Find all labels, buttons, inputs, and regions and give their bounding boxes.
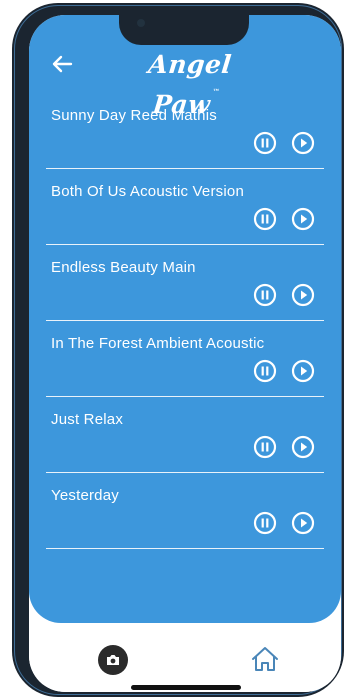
track-title: Yesterday [51,487,119,504]
track-controls [253,207,315,233]
play-button[interactable] [291,511,315,535]
pause-circle-icon [253,207,277,231]
camera-icon [107,655,119,665]
pause-button[interactable] [253,131,277,155]
play-button[interactable] [291,207,315,231]
front-camera-dot [137,19,145,27]
play-button[interactable] [291,359,315,383]
bottom-nav [29,623,341,692]
play-button[interactable] [291,283,315,307]
play-circle-icon [291,359,315,383]
arrow-left-icon [52,55,73,73]
pause-circle-icon [253,359,277,383]
track-controls [253,435,315,461]
camera-button[interactable] [98,645,128,675]
play-button[interactable] [291,131,315,155]
pause-button[interactable] [253,207,277,231]
pause-circle-icon [253,131,277,155]
pause-circle-icon [253,283,277,307]
track-title: Just Relax [51,411,124,428]
device-notch [119,15,249,45]
pause-button[interactable] [253,511,277,535]
track-title: Both Of Us Acoustic Version [51,183,244,200]
play-button[interactable] [291,435,315,459]
track-row: Sunny Day Reed Mathis [29,93,341,169]
track-divider [46,547,324,549]
play-circle-icon [291,131,315,155]
app-logo: Angel Paw™ [123,45,257,119]
home-button[interactable] [248,643,282,675]
track-list: Sunny Day Reed Mathis Both Of Us Acoustic… [29,93,341,549]
pause-circle-icon [253,435,277,459]
pause-button[interactable] [253,435,277,459]
track-title: Endless Beauty Main [51,259,196,276]
back-button[interactable] [47,49,77,79]
track-row: Just Relax [29,397,341,473]
pause-button[interactable] [253,359,277,383]
play-circle-icon [291,207,315,231]
track-title: In The Forest Ambient Acoustic [51,335,265,352]
play-circle-icon [291,283,315,307]
pause-circle-icon [253,511,277,535]
track-row: Yesterday [29,473,341,549]
home-icon [252,647,278,671]
track-controls [253,131,315,157]
play-circle-icon [291,511,315,535]
track-controls [253,359,315,385]
track-row: Both Of Us Acoustic Version [29,169,341,245]
play-circle-icon [291,435,315,459]
app-screen: Angel Paw™ Sunny Day Reed Mathis Both Of … [29,15,341,692]
track-row: In The Forest Ambient Acoustic [29,321,341,397]
home-indicator [131,685,241,690]
track-title: Sunny Day Reed Mathis [51,107,217,124]
pause-button[interactable] [253,283,277,307]
track-row: Endless Beauty Main [29,245,341,321]
track-controls [253,283,315,309]
player-panel: Angel Paw™ Sunny Day Reed Mathis Both Of … [29,15,341,623]
track-controls [253,511,315,537]
